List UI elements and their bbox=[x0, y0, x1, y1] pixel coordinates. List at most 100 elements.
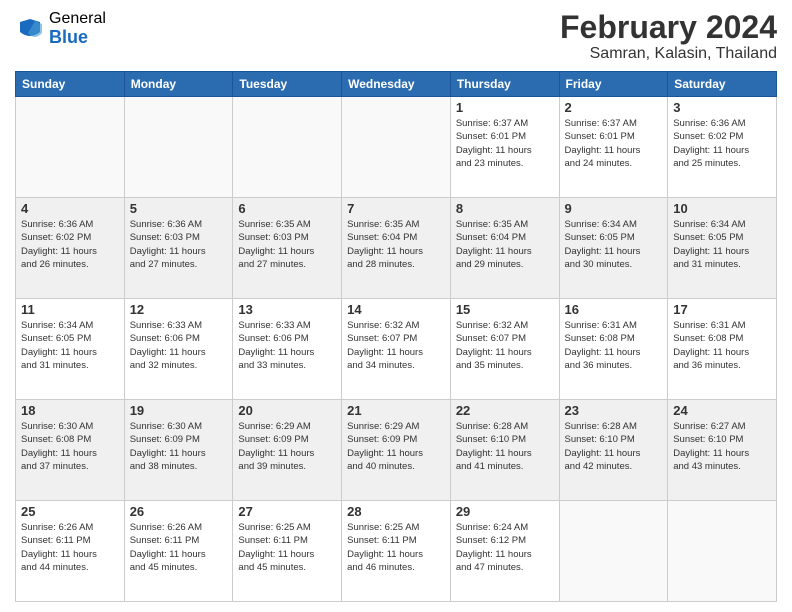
main-title: February 2024 bbox=[560, 10, 777, 45]
calendar-cell: 3Sunrise: 6:36 AMSunset: 6:02 PMDaylight… bbox=[668, 97, 777, 198]
day-number: 14 bbox=[347, 302, 445, 317]
day-info: Sunrise: 6:28 AMSunset: 6:10 PMDaylight:… bbox=[565, 420, 663, 473]
calendar-cell bbox=[233, 97, 342, 198]
calendar-cell: 24 Sunrise: 6:27 AMSunset: 6:10 PMDayligh… bbox=[668, 400, 777, 501]
calendar-cell: 8 Sunrise: 6:35 AMSunset: 6:04 PMDaylight… bbox=[450, 198, 559, 299]
calendar-cell: 2Sunrise: 6:37 AMSunset: 6:01 PMDaylight… bbox=[559, 97, 668, 198]
calendar-cell: 11 Sunrise: 6:34 AMSunset: 6:05 PMDayligh… bbox=[16, 299, 125, 400]
week-row-1: 1 Sunrise: 6:37 AMSunset: 6:01 PMDaylight… bbox=[16, 97, 777, 198]
day-info: Sunrise: 6:33 AMSunset: 6:06 PMDaylight:… bbox=[130, 319, 228, 372]
day-info: Sunrise: 6:37 AMSunset: 6:01 PMDaylight:… bbox=[456, 117, 554, 170]
logo: GeneralBlue bbox=[15, 10, 106, 47]
day-info: Sunrise: 6:35 AMSunset: 6:04 PMDaylight:… bbox=[456, 218, 554, 271]
calendar-cell: 1 Sunrise: 6:37 AMSunset: 6:01 PMDaylight… bbox=[450, 97, 559, 198]
day-info: Sunrise: 6:36 AMSunset: 6:02 PMDaylight:… bbox=[673, 117, 771, 170]
calendar-cell bbox=[668, 501, 777, 602]
calendar-cell: 21 Sunrise: 6:29 AMSunset: 6:09 PMDayligh… bbox=[342, 400, 451, 501]
day-info: Sunrise: 6:30 AMSunset: 6:09 PMDaylight:… bbox=[130, 420, 228, 473]
day-info: Sunrise: 6:33 AMSunset: 6:06 PMDaylight:… bbox=[238, 319, 336, 372]
day-info: Sunrise: 6:32 AMSunset: 6:07 PMDaylight:… bbox=[456, 319, 554, 372]
calendar-cell bbox=[342, 97, 451, 198]
day-info: Sunrise: 6:25 AMSunset: 6:11 PMDaylight:… bbox=[347, 521, 445, 574]
day-info: Sunrise: 6:34 AMSunset: 6:05 PMDaylight:… bbox=[21, 319, 119, 372]
day-info: Sunrise: 6:29 AMSunset: 6:09 PMDaylight:… bbox=[238, 420, 336, 473]
day-info: Sunrise: 6:35 AMSunset: 6:03 PMDaylight:… bbox=[238, 218, 336, 271]
day-info: Sunrise: 6:37 AMSunset: 6:01 PMDaylight:… bbox=[565, 117, 663, 170]
day-number: 8 bbox=[456, 201, 554, 216]
calendar: SundayMondayTuesdayWednesdayThursdayFrid… bbox=[15, 71, 777, 602]
day-number: 4 bbox=[21, 201, 119, 216]
day-number: 17 bbox=[673, 302, 771, 317]
calendar-cell: 6 Sunrise: 6:35 AMSunset: 6:03 PMDaylight… bbox=[233, 198, 342, 299]
day-info: Sunrise: 6:31 AMSunset: 6:08 PMDaylight:… bbox=[565, 319, 663, 372]
calendar-cell bbox=[16, 97, 125, 198]
column-header-tuesday: Tuesday bbox=[233, 72, 342, 97]
day-info: Sunrise: 6:35 AMSunset: 6:04 PMDaylight:… bbox=[347, 218, 445, 271]
week-row-5: 25 Sunrise: 6:26 AMSunset: 6:11 PMDayligh… bbox=[16, 501, 777, 602]
day-number: 10 bbox=[673, 201, 771, 216]
day-number: 24 bbox=[673, 403, 771, 418]
calendar-cell: 26 Sunrise: 6:26 AMSunset: 6:11 PMDayligh… bbox=[124, 501, 233, 602]
calendar-cell: 4 Sunrise: 6:36 AMSunset: 6:02 PMDaylight… bbox=[16, 198, 125, 299]
day-info: Sunrise: 6:26 AMSunset: 6:11 PMDaylight:… bbox=[130, 521, 228, 574]
calendar-cell: 7 Sunrise: 6:35 AMSunset: 6:04 PMDaylight… bbox=[342, 198, 451, 299]
day-info: Sunrise: 6:36 AMSunset: 6:03 PMDaylight:… bbox=[130, 218, 228, 271]
column-header-friday: Friday bbox=[559, 72, 668, 97]
day-info: Sunrise: 6:25 AMSunset: 6:11 PMDaylight:… bbox=[238, 521, 336, 574]
day-number: 26 bbox=[130, 504, 228, 519]
day-info: Sunrise: 6:34 AMSunset: 6:05 PMDaylight:… bbox=[673, 218, 771, 271]
week-row-4: 18Sunrise: 6:30 AMSunset: 6:08 PMDayligh… bbox=[16, 400, 777, 501]
subtitle: Samran, Kalasin, Thailand bbox=[560, 45, 777, 63]
day-info: Sunrise: 6:29 AMSunset: 6:09 PMDaylight:… bbox=[347, 420, 445, 473]
calendar-cell: 22 Sunrise: 6:28 AMSunset: 6:10 PMDayligh… bbox=[450, 400, 559, 501]
calendar-cell: 17Sunrise: 6:31 AMSunset: 6:08 PMDayligh… bbox=[668, 299, 777, 400]
week-row-2: 4 Sunrise: 6:36 AMSunset: 6:02 PMDaylight… bbox=[16, 198, 777, 299]
day-info: Sunrise: 6:28 AMSunset: 6:10 PMDaylight:… bbox=[456, 420, 554, 473]
day-number: 5 bbox=[130, 201, 228, 216]
day-number: 19 bbox=[130, 403, 228, 418]
logo-general: General bbox=[49, 10, 106, 28]
header: GeneralBlue February 2024 Samran, Kalasi… bbox=[15, 10, 777, 63]
calendar-cell: 25 Sunrise: 6:26 AMSunset: 6:11 PMDayligh… bbox=[16, 501, 125, 602]
calendar-cell: 16 Sunrise: 6:31 AMSunset: 6:08 PMDayligh… bbox=[559, 299, 668, 400]
day-info: Sunrise: 6:36 AMSunset: 6:02 PMDaylight:… bbox=[21, 218, 119, 271]
day-number: 28 bbox=[347, 504, 445, 519]
day-number: 15 bbox=[456, 302, 554, 317]
day-number: 22 bbox=[456, 403, 554, 418]
day-number: 1 bbox=[456, 100, 554, 115]
day-number: 27 bbox=[238, 504, 336, 519]
week-row-3: 11 Sunrise: 6:34 AMSunset: 6:05 PMDayligh… bbox=[16, 299, 777, 400]
day-number: 13 bbox=[238, 302, 336, 317]
day-number: 9 bbox=[565, 201, 663, 216]
day-info: Sunrise: 6:26 AMSunset: 6:11 PMDaylight:… bbox=[21, 521, 119, 574]
day-number: 20 bbox=[238, 403, 336, 418]
day-info: Sunrise: 6:32 AMSunset: 6:07 PMDaylight:… bbox=[347, 319, 445, 372]
calendar-cell: 23 Sunrise: 6:28 AMSunset: 6:10 PMDayligh… bbox=[559, 400, 668, 501]
calendar-cell: 13 Sunrise: 6:33 AMSunset: 6:06 PMDayligh… bbox=[233, 299, 342, 400]
header-row: SundayMondayTuesdayWednesdayThursdayFrid… bbox=[16, 72, 777, 97]
logo-icon bbox=[15, 14, 45, 44]
calendar-cell: 29Sunrise: 6:24 AMSunset: 6:12 PMDayligh… bbox=[450, 501, 559, 602]
column-header-wednesday: Wednesday bbox=[342, 72, 451, 97]
day-number: 16 bbox=[565, 302, 663, 317]
day-number: 23 bbox=[565, 403, 663, 418]
calendar-cell: 12 Sunrise: 6:33 AMSunset: 6:06 PMDayligh… bbox=[124, 299, 233, 400]
column-header-sunday: Sunday bbox=[16, 72, 125, 97]
calendar-cell: 15 Sunrise: 6:32 AMSunset: 6:07 PMDayligh… bbox=[450, 299, 559, 400]
day-number: 6 bbox=[238, 201, 336, 216]
day-number: 12 bbox=[130, 302, 228, 317]
calendar-cell bbox=[559, 501, 668, 602]
day-info: Sunrise: 6:27 AMSunset: 6:10 PMDaylight:… bbox=[673, 420, 771, 473]
calendar-cell bbox=[124, 97, 233, 198]
day-info: Sunrise: 6:34 AMSunset: 6:05 PMDaylight:… bbox=[565, 218, 663, 271]
calendar-cell: 20 Sunrise: 6:29 AMSunset: 6:09 PMDayligh… bbox=[233, 400, 342, 501]
day-number: 21 bbox=[347, 403, 445, 418]
day-info: Sunrise: 6:24 AMSunset: 6:12 PMDaylight:… bbox=[456, 521, 554, 574]
day-number: 11 bbox=[21, 302, 119, 317]
day-number: 7 bbox=[347, 201, 445, 216]
day-number: 25 bbox=[21, 504, 119, 519]
logo-text: GeneralBlue bbox=[49, 10, 106, 47]
calendar-cell: 19 Sunrise: 6:30 AMSunset: 6:09 PMDayligh… bbox=[124, 400, 233, 501]
column-header-saturday: Saturday bbox=[668, 72, 777, 97]
day-info: Sunrise: 6:30 AMSunset: 6:08 PMDaylight:… bbox=[21, 420, 119, 473]
